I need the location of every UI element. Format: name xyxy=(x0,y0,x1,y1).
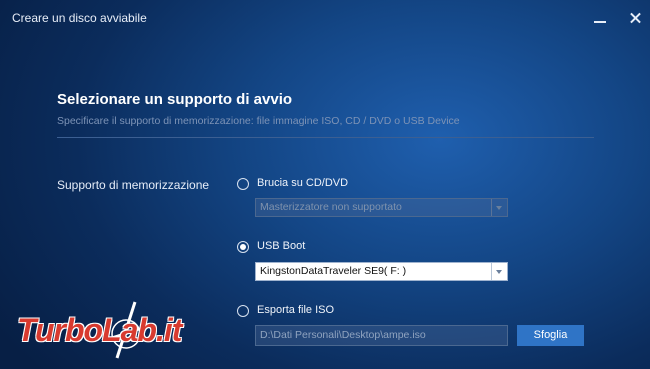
usb-device-select[interactable]: KingstonDataTraveler SE9( F: ) xyxy=(255,262,508,281)
page-title: Selezionare un supporto di avvio xyxy=(57,91,293,108)
storage-section-label: Supporto di memorizzazione xyxy=(57,178,210,192)
divider xyxy=(57,137,594,138)
page-subtitle: Specificare il supporto di memorizzazion… xyxy=(57,115,460,127)
window-title: Creare un disco avviabile xyxy=(12,11,147,25)
browse-button[interactable]: Sfoglia xyxy=(517,325,584,346)
option-label-export-iso: Esporta file ISO xyxy=(257,304,335,316)
minimize-icon[interactable] xyxy=(588,6,612,30)
watermark-logo: TurboLab.it xyxy=(5,298,255,366)
title-bar: Creare un disco avviabile xyxy=(0,0,650,36)
iso-path-input[interactable]: D:\Dati Personali\Desktop\ampe.iso xyxy=(255,325,508,346)
watermark-text: TurboLab.it xyxy=(17,312,182,348)
bootable-disk-window: Creare un disco avviabile Selezionare un… xyxy=(0,0,650,369)
chevron-down-icon xyxy=(491,263,507,280)
close-icon[interactable] xyxy=(624,6,648,30)
cd-dvd-drive-select[interactable]: Masterizzatore non supportato xyxy=(255,198,508,217)
cd-dvd-drive-value: Masterizzatore non supportato xyxy=(260,201,402,213)
chevron-down-icon xyxy=(491,199,507,216)
radio-usb-boot[interactable] xyxy=(237,241,249,253)
option-label-usb-boot: USB Boot xyxy=(257,240,306,252)
radio-burn-cd-dvd[interactable] xyxy=(237,178,249,190)
usb-device-value: KingstonDataTraveler SE9( F: ) xyxy=(260,265,407,277)
option-label-burn-cd-dvd: Brucia su CD/DVD xyxy=(257,177,349,189)
